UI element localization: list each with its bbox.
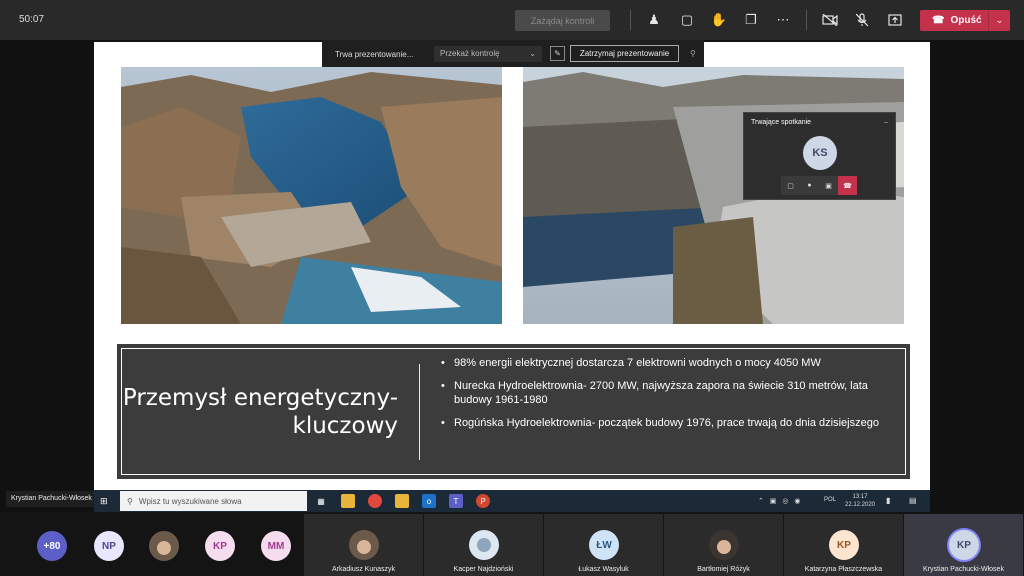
participant-name: Bartłomiej Różyk: [697, 566, 750, 573]
clock-date: 22.12.2020: [844, 502, 876, 508]
participant-strip: +80 NP KP MM Arkadiusz Kunaszyk Kacper N…: [0, 512, 1024, 576]
avatar[interactable]: [149, 531, 179, 561]
slide-title-line1: Przemysł energetyczny-: [122, 385, 398, 411]
presentation-slide: Przemysł energetyczny- kluczowy 98% ener…: [94, 42, 930, 490]
meeting-mini-window[interactable]: Trwające spotkanie – KS ▢ ● ▣ ☎: [743, 112, 896, 200]
participants-icon[interactable]: ♟: [646, 12, 662, 28]
avatar-photo: [717, 540, 731, 554]
teams-icon[interactable]: T: [449, 494, 463, 508]
store-icon[interactable]: [395, 494, 409, 508]
avatar-photo: [157, 541, 171, 555]
more-icon[interactable]: ⋯: [775, 12, 791, 28]
mic-icon[interactable]: ●: [800, 176, 819, 195]
system-tray-icons[interactable]: ⌃ ▣ ◎ ◉: [758, 497, 803, 505]
search-placeholder: Wpisz tu wyszukiwane słowa: [138, 496, 242, 506]
taskbar-search-input[interactable]: ⚲ Wpisz tu wyszukiwane słowa: [120, 491, 307, 511]
overflow-participants-badge[interactable]: +80: [37, 531, 67, 561]
avatar: KP: [829, 530, 859, 560]
phone-icon: ☎: [932, 15, 945, 26]
avatar[interactable]: MM: [261, 531, 291, 561]
slide-title-line2: kluczowy: [292, 413, 399, 439]
bullet-item: Nurecka Hydroelektrownia- 2700 MW, najwy…: [441, 379, 891, 407]
rooms-icon[interactable]: ❐: [743, 12, 759, 28]
participant-name: Arkadiusz Kunaszyk: [331, 566, 396, 573]
participant-name: Kacper Najdzioński: [453, 566, 514, 573]
avatar-photo: [477, 538, 491, 552]
share-icon[interactable]: ▣: [819, 176, 838, 195]
participant-name: Katarzyna Płaszczewska: [804, 566, 883, 573]
mini-window-controls: ▢ ● ▣ ☎: [781, 176, 857, 195]
slide-divider: [419, 364, 420, 460]
chevron-down-icon[interactable]: ⌄: [989, 15, 1010, 26]
participant-tile[interactable]: Arkadiusz Kunaszyk: [304, 514, 423, 576]
toolbar-divider: [630, 10, 631, 30]
hang-up-icon[interactable]: ☎: [838, 176, 857, 195]
clock-time: 13:17: [852, 494, 868, 500]
meeting-timer: 50:07: [19, 14, 45, 25]
participant-name: Krystian Pachucki-Włosek: [923, 566, 1004, 573]
signal-icon[interactable]: ▮: [886, 496, 890, 505]
meeting-toolbar: 50:07 Zażądaj kontroli ♟ ▢ ✋ ❐ ⋯ ☎ Opuść…: [0, 0, 1024, 40]
search-icon: ⚲: [127, 496, 133, 506]
avatar-photo: [357, 540, 371, 554]
mic-off-icon[interactable]: [854, 12, 870, 28]
avatar[interactable]: NP: [94, 531, 124, 561]
mini-window-title: Trwające spotkanie: [751, 119, 812, 126]
share-icon[interactable]: [887, 12, 903, 28]
chevron-down-icon: ⌄: [529, 49, 536, 58]
participant-name: Łukasz Wasyluk: [578, 566, 629, 573]
pin-icon[interactable]: ⚲: [690, 49, 696, 58]
annotation-icon[interactable]: ✎: [550, 46, 565, 61]
camera-off-icon[interactable]: [822, 12, 838, 28]
give-control-dropdown[interactable]: Przekaż kontrolę ⌄: [434, 46, 542, 62]
dam-photo-valley: [121, 67, 502, 324]
participant-tile[interactable]: Kacper Najdzioński: [424, 514, 543, 576]
toolbar-divider: [806, 10, 807, 30]
presenting-toolbar: Trwa prezentowanie... Przekaż kontrolę ⌄…: [322, 40, 704, 67]
participant-tile[interactable]: ŁW Łukasz Wasyluk: [544, 514, 663, 576]
stop-presenting-button[interactable]: Zatrzymaj prezentowanie: [570, 45, 679, 62]
notifications-icon[interactable]: ▤: [909, 496, 917, 505]
presenter-name-label: Krystian Pachucki-Włosek: [6, 491, 97, 507]
participant-tile[interactable]: Bartłomiej Różyk: [664, 514, 783, 576]
participant-tile[interactable]: KP Katarzyna Płaszczewska: [784, 514, 903, 576]
raise-hand-icon[interactable]: ✋: [711, 12, 727, 28]
language-indicator[interactable]: POL: [824, 497, 836, 503]
avatar[interactable]: KP: [205, 531, 235, 561]
chat-icon[interactable]: ▢: [679, 12, 695, 28]
powerpoint-icon[interactable]: P: [476, 494, 490, 508]
leave-label: Opuść: [950, 15, 982, 26]
outlook-icon[interactable]: o: [422, 494, 436, 508]
windows-start-icon[interactable]: ⊞: [100, 496, 108, 507]
chrome-icon[interactable]: [368, 494, 382, 508]
slide-title: Przemysł energetyczny- kluczowy: [118, 384, 398, 440]
participant-tile-self[interactable]: KP Krystian Pachucki-Włosek: [904, 514, 1023, 576]
bullet-item: Rogúńska Hydroelektrownia- początek budo…: [441, 416, 891, 430]
request-control-button[interactable]: Zażądaj kontroli: [515, 10, 610, 31]
leave-button[interactable]: ☎ Opuść ⌄: [920, 10, 1010, 31]
camera-off-icon[interactable]: ▢: [781, 176, 800, 195]
taskbar-clock[interactable]: 13:17 22.12.2020: [842, 493, 878, 509]
slide-bullets: 98% energii elektrycznej dostarcza 7 ele…: [441, 356, 891, 439]
windows-taskbar: ⊞ ⚲ Wpisz tu wyszukiwane słowa ▦ o T P ⌃…: [94, 490, 930, 512]
give-control-label: Przekaż kontrolę: [440, 49, 500, 58]
avatar: KP: [949, 530, 979, 560]
bullet-item: 98% energii elektrycznej dostarcza 7 ele…: [441, 356, 891, 370]
avatar: ŁW: [589, 530, 619, 560]
task-view-icon[interactable]: ▦: [314, 494, 328, 508]
minimize-icon[interactable]: –: [884, 119, 888, 126]
presenting-status: Trwa prezentowanie...: [335, 50, 414, 59]
avatar: [469, 530, 499, 560]
avatar: [709, 530, 739, 560]
slide-text-box: Przemysł energetyczny- kluczowy 98% ener…: [117, 344, 910, 479]
leave-main[interactable]: ☎ Opuść: [920, 10, 988, 31]
avatar: KS: [803, 136, 837, 170]
avatar: [349, 530, 379, 560]
file-explorer-icon[interactable]: [341, 494, 355, 508]
